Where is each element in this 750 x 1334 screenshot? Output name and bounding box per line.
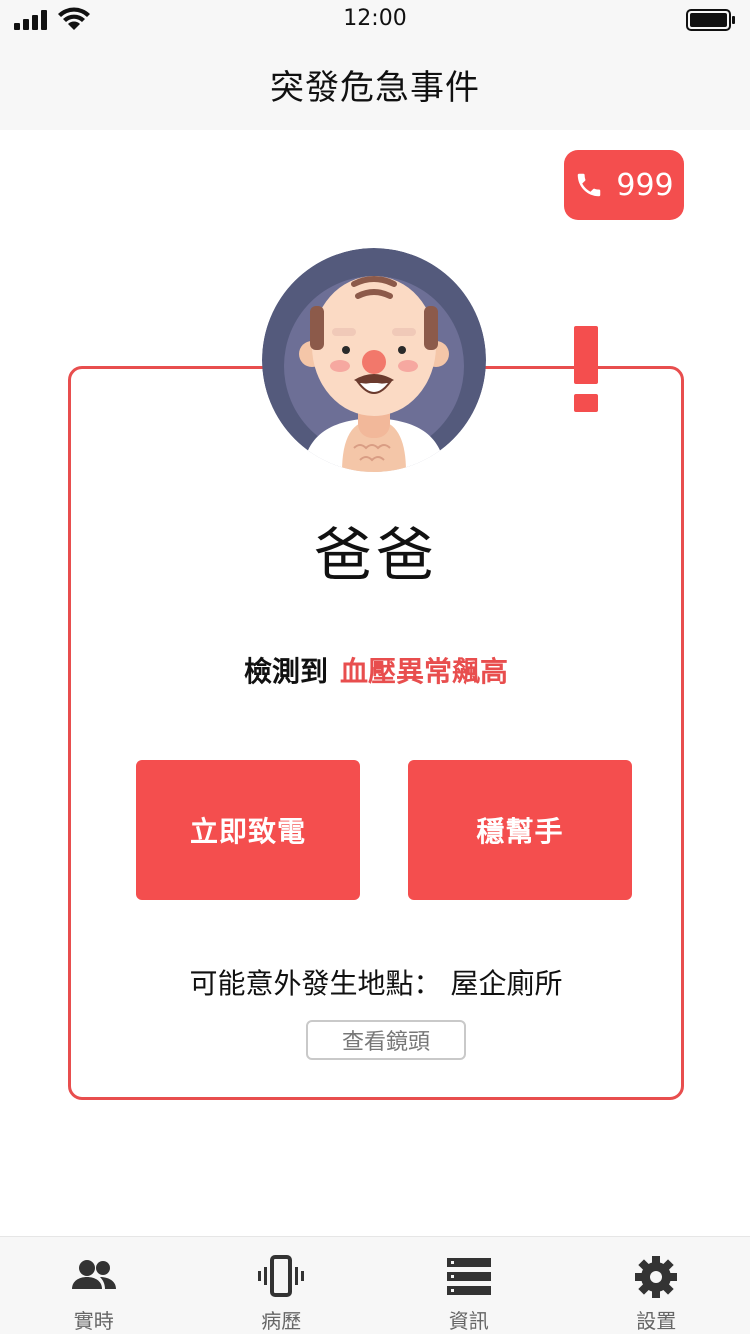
condition-text: 血壓異常飆高 [340, 655, 509, 688]
patient-name: 爸爸 [313, 521, 438, 589]
elderly-man-avatar-icon [262, 248, 486, 472]
tab-bar: 實時 病歷 資訊 設置 [0, 1236, 750, 1334]
phone-icon [578, 173, 601, 197]
incident-location: 可能意外發生地點： 屋企廁所 [68, 962, 684, 1002]
status-bar: 12:00 [0, 0, 750, 40]
emergency-number: 999 [616, 167, 674, 203]
tab-label: 資訊 [448, 1309, 489, 1333]
location-label: 可能意外發生地點： [189, 967, 442, 1000]
tab-label: 設置 [636, 1309, 677, 1333]
tab-info[interactable]: 資訊 [375, 1237, 563, 1334]
view-camera-button[interactable]: 查看鏡頭 [306, 1020, 466, 1060]
status-time: 12:00 [343, 6, 407, 31]
gear-icon [635, 1256, 678, 1298]
avatar [262, 248, 486, 472]
tab-settings[interactable]: 設置 [563, 1237, 750, 1334]
call-now-button[interactable]: 立即致電 [136, 760, 360, 900]
tab-records[interactable]: 病歷 [188, 1237, 376, 1334]
people-icon [71, 1260, 116, 1289]
battery-icon [686, 9, 735, 31]
detected-label: 檢測到 [243, 655, 328, 688]
emergency-call-button[interactable]: 999 [564, 150, 684, 220]
top-bar: 12:00 突發危急事件 [0, 0, 750, 130]
location-value: 屋企廁所 [450, 967, 563, 1000]
page-title: 突發危急事件 [270, 68, 480, 108]
list-icon [446, 1258, 491, 1295]
tab-realtime[interactable]: 實時 [0, 1237, 188, 1334]
tab-label: 實時 [73, 1309, 114, 1333]
vibrate-icon [258, 1255, 305, 1297]
find-helper-button[interactable]: 穩幫手 [408, 760, 632, 900]
detection-text: 檢測到 血壓異常飆高 [68, 650, 684, 690]
alert-exclamation-icon [574, 326, 598, 412]
tab-label: 病歷 [261, 1309, 302, 1333]
